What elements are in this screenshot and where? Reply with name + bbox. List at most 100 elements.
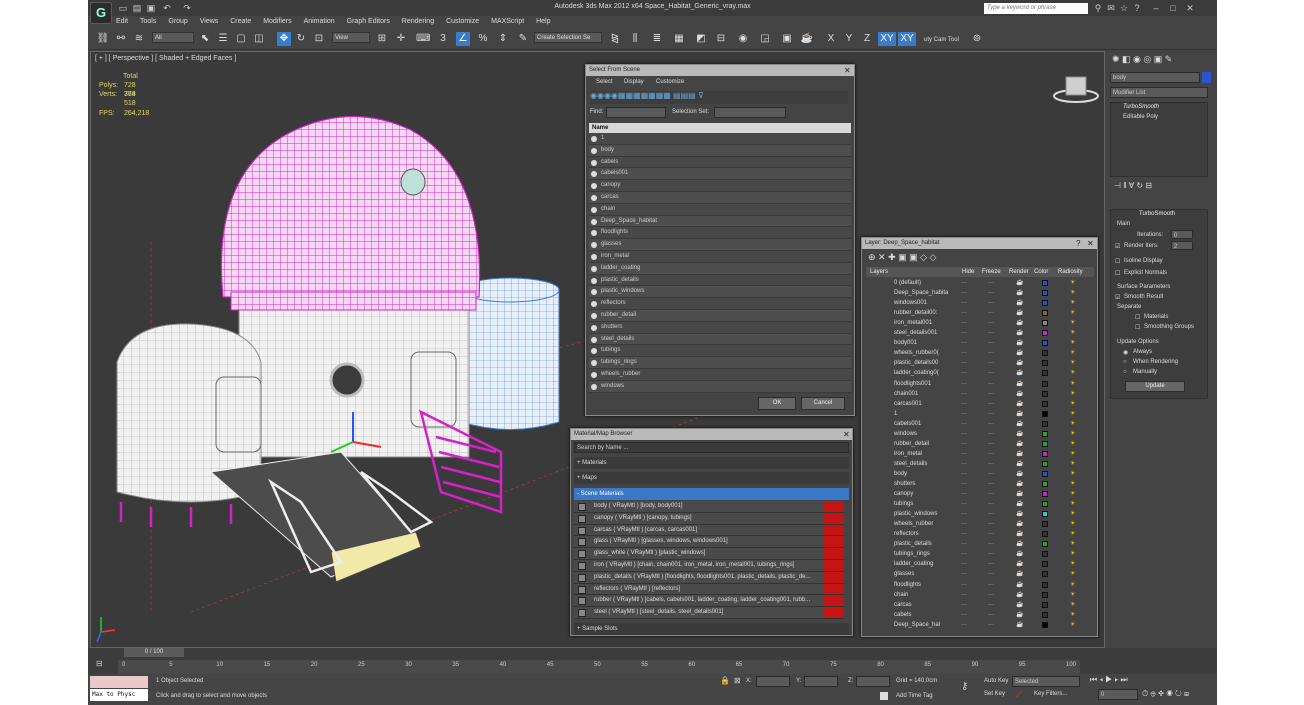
rendered-frame-icon[interactable]: ▣ xyxy=(780,32,794,46)
render-toggle-icon[interactable]: ☕ xyxy=(1016,328,1023,338)
layer-row[interactable]: shutters — — ☕ ☀ xyxy=(866,479,1090,489)
smoothing-groups-checkbox[interactable]: ☐ xyxy=(1135,324,1140,331)
stack-tool-icons[interactable]: ⊣ ‖ ∀ ↻ ⊟ xyxy=(1114,181,1152,190)
open-file-icon[interactable]: ▤ xyxy=(132,3,142,13)
freeze-toggle[interactable]: — xyxy=(988,469,994,479)
z-coordinate-field[interactable] xyxy=(856,676,890,687)
scene-object-row[interactable]: wheels_rubber xyxy=(589,368,851,381)
freeze-toggle[interactable]: — xyxy=(988,509,994,519)
menu-group[interactable]: Group xyxy=(168,16,187,28)
layer-row[interactable]: wheels_rubber — — ☕ ☀ xyxy=(866,519,1090,529)
cam-tool-label[interactable]: uty Cam Tool xyxy=(924,37,959,43)
layer-color-swatch[interactable] xyxy=(1042,611,1048,618)
layer-color-swatch[interactable] xyxy=(1042,440,1048,447)
scene-object-row[interactable]: plastic_details xyxy=(589,274,851,287)
layer-color-swatch[interactable] xyxy=(1042,460,1048,467)
hide-toggle[interactable]: — xyxy=(961,389,967,399)
render-toggle-icon[interactable]: ☕ xyxy=(1016,348,1023,358)
group-maps[interactable]: + Maps xyxy=(574,472,849,484)
angle-snap-icon[interactable]: ∠ xyxy=(456,32,470,46)
freeze-toggle[interactable]: — xyxy=(988,600,994,610)
curve-editor-icon[interactable]: ◩ xyxy=(694,32,708,46)
scene-object-row[interactable]: carcas xyxy=(589,191,851,204)
layer-row[interactable]: plastic_windows — — ☕ ☀ xyxy=(866,509,1090,519)
render-toggle-icon[interactable]: ☕ xyxy=(1016,318,1023,328)
layer-color-swatch[interactable] xyxy=(1042,290,1048,297)
freeze-toggle[interactable]: — xyxy=(988,489,994,499)
layer-color-swatch[interactable] xyxy=(1042,420,1048,427)
object-name-field[interactable]: body xyxy=(1110,72,1200,83)
scene-object-row[interactable]: floodlights xyxy=(589,227,851,240)
menu-views[interactable]: Views xyxy=(200,16,219,28)
radiosity-icon[interactable]: ☀ xyxy=(1070,379,1075,389)
render-toggle-icon[interactable]: ☕ xyxy=(1016,479,1023,489)
freeze-toggle[interactable]: — xyxy=(988,499,994,509)
hide-toggle[interactable]: — xyxy=(961,620,967,630)
freeze-toggle[interactable]: — xyxy=(988,389,994,399)
freeze-toggle[interactable]: — xyxy=(988,610,994,620)
reference-coordinate-dropdown[interactable]: View xyxy=(332,32,370,43)
material-row[interactable]: iron ( VRayMtl ) [chain, chain001, iron_… xyxy=(574,560,844,572)
layer-row[interactable]: reflectors — — ☕ ☀ xyxy=(866,529,1090,539)
percent-snap-icon[interactable]: % xyxy=(476,32,490,46)
layer-row[interactable]: carcas — — ☕ ☀ xyxy=(866,600,1090,610)
layer-row[interactable]: body001 — — ☕ ☀ xyxy=(866,338,1090,348)
hide-toggle[interactable]: — xyxy=(961,379,967,389)
menu-rendering[interactable]: Rendering xyxy=(402,16,434,28)
radiosity-icon[interactable]: ☀ xyxy=(1070,459,1075,469)
scene-object-row[interactable]: reflectors xyxy=(589,298,851,310)
scene-object-row[interactable]: body xyxy=(589,144,851,157)
layer-row[interactable]: glasses — — ☕ ☀ xyxy=(866,569,1090,579)
maxscript-listener[interactable]: Max to Physc xyxy=(90,689,148,701)
rectangular-selection-icon[interactable]: ▢ xyxy=(234,32,248,46)
layer-color-swatch[interactable] xyxy=(1042,470,1048,477)
layer-row[interactable]: windows — — ☕ ☀ xyxy=(866,429,1090,439)
select-menu-display[interactable]: Display xyxy=(624,79,644,85)
material-row[interactable]: glass_white ( VRayMtl ) [plastic_windows… xyxy=(574,548,844,560)
layer-toolbar-icons[interactable]: ⊕ ✕ ✚ ▣ ▣ ◇ ◇ xyxy=(868,252,936,263)
render-toggle-icon[interactable]: ☕ xyxy=(1016,409,1023,419)
hide-toggle[interactable]: — xyxy=(961,519,967,529)
freeze-toggle[interactable]: — xyxy=(988,278,994,288)
scene-object-row[interactable]: rubber_detail xyxy=(589,309,851,322)
select-rotate-icon[interactable]: ↻ xyxy=(294,32,308,46)
freeze-toggle[interactable]: — xyxy=(988,348,994,358)
radiosity-icon[interactable]: ☀ xyxy=(1070,499,1075,509)
layer-color-swatch[interactable] xyxy=(1042,370,1048,377)
group-materials[interactable]: + Materials xyxy=(574,457,849,469)
scene-object-row[interactable]: plastic_windows xyxy=(589,286,851,299)
save-icon[interactable]: ▣ xyxy=(146,3,156,13)
set-key-icon[interactable]: ⟋ xyxy=(1016,689,1022,700)
layer-row[interactable]: plastic_details00 — — ☕ ☀ xyxy=(866,358,1090,368)
axis-z-button[interactable]: Z xyxy=(860,32,874,46)
scene-object-row[interactable]: chain xyxy=(589,203,851,216)
freeze-toggle[interactable]: — xyxy=(988,328,994,338)
hide-toggle[interactable]: — xyxy=(961,429,967,439)
key-icon[interactable]: ⚷ xyxy=(961,681,968,692)
navigation-controls[interactable]: ⏱ ⊕ ✥ ◉ ↻ ⊞ xyxy=(1142,689,1189,699)
freeze-toggle[interactable]: — xyxy=(988,559,994,569)
freeze-header[interactable]: Freeze xyxy=(982,267,1001,277)
radiosity-icon[interactable]: ☀ xyxy=(1070,569,1075,579)
render-production-icon[interactable]: ☕ xyxy=(800,32,814,46)
layer-row[interactable]: floodlights001 — — ☕ ☀ xyxy=(866,379,1090,389)
select-object-icon[interactable]: ⬉ xyxy=(198,32,212,46)
radiosity-icon[interactable]: ☀ xyxy=(1070,449,1075,459)
radiosity-icon[interactable]: ☀ xyxy=(1070,338,1075,348)
freeze-toggle[interactable]: — xyxy=(988,288,994,298)
layer-color-swatch[interactable] xyxy=(1042,621,1048,628)
freeze-toggle[interactable]: — xyxy=(988,298,994,308)
layer-color-swatch[interactable] xyxy=(1042,551,1048,558)
layer-row[interactable]: ladder_coating — — ☕ ☀ xyxy=(866,559,1090,569)
render-toggle-icon[interactable]: ☕ xyxy=(1016,379,1023,389)
when-rendering-radio[interactable]: ○ xyxy=(1123,359,1127,365)
radiosity-icon[interactable]: ☀ xyxy=(1070,389,1075,399)
radiosity-icon[interactable]: ☀ xyxy=(1070,620,1075,630)
schematic-view-icon[interactable]: ⊟ xyxy=(714,32,728,46)
key-filters-button[interactable]: Key Filters... xyxy=(1034,691,1067,697)
radiosity-icon[interactable]: ☀ xyxy=(1070,439,1075,449)
hide-toggle[interactable]: — xyxy=(961,439,967,449)
new-file-icon[interactable]: ▭ xyxy=(118,3,128,13)
material-row[interactable]: rubber ( VRayMtl ) [cabels, cabels001, l… xyxy=(574,595,844,608)
render-toggle-icon[interactable]: ☕ xyxy=(1016,439,1023,449)
